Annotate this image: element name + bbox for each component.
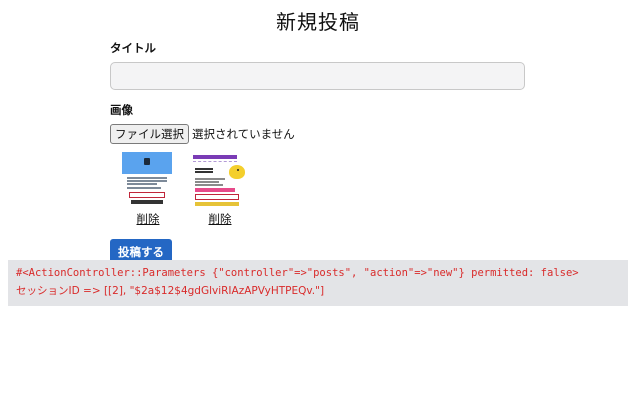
new-post-form: タイトル 画像 ファイル選択 選択されていません 削除 削除 投稿する — [110, 40, 526, 265]
title-label: タイトル — [110, 41, 156, 55]
debug-params-text: #<ActionController::Parameters {"control… — [16, 267, 579, 279]
file-input: ファイル選択 選択されていません — [110, 124, 526, 144]
image-thumbnail — [119, 152, 175, 208]
delete-image-link[interactable]: 削除 — [209, 211, 232, 227]
file-status: 選択されていません — [192, 127, 295, 141]
choose-file-button[interactable]: ファイル選択 — [110, 124, 189, 144]
image-previews: 削除 削除 — [110, 152, 526, 227]
image-thumbnail — [191, 152, 247, 208]
title-input[interactable] — [110, 62, 525, 90]
image-preview-item: 削除 — [119, 152, 177, 227]
debug-session-text: セッションID => [[2], "$2a$12$4gdGlviRIAzAPVy… — [16, 285, 325, 297]
image-label: 画像 — [110, 103, 133, 117]
image-preview-item: 削除 — [191, 152, 249, 227]
page-title: 新規投稿 — [276, 10, 360, 34]
delete-image-link[interactable]: 削除 — [137, 211, 160, 227]
debug-panel: #<ActionController::Parameters {"control… — [8, 260, 628, 306]
